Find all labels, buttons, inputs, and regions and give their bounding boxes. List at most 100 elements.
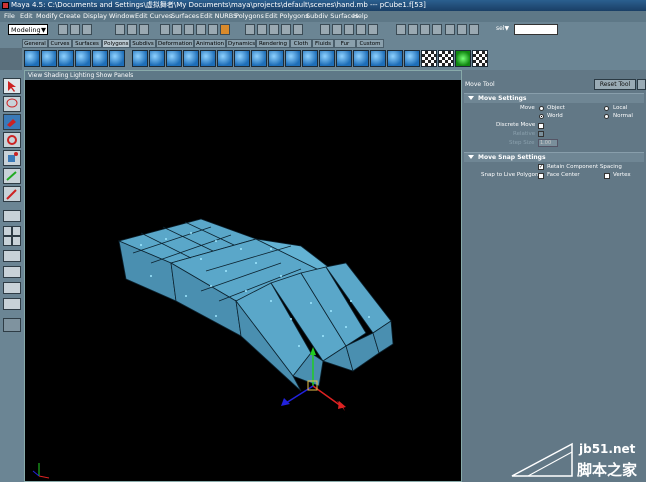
menu-edit-curves[interactable]: Edit Curves xyxy=(135,12,172,20)
menu-edit[interactable]: Edit xyxy=(20,12,33,20)
menu-edit-nurbs[interactable]: Edit NURBS xyxy=(200,12,237,20)
input-output-icon[interactable] xyxy=(396,24,406,35)
shelf-menu-icon[interactable] xyxy=(0,48,22,70)
radio-normal[interactable] xyxy=(604,114,609,119)
history-icon[interactable] xyxy=(320,24,330,35)
layout-four-icon[interactable] xyxy=(12,226,21,236)
reset-tool-button[interactable]: Reset Tool xyxy=(594,79,636,90)
mode-dropdown[interactable]: Modeling ▼ xyxy=(8,24,48,35)
menu-polygons[interactable]: Polygons xyxy=(235,12,264,20)
poly-tool-icon[interactable] xyxy=(319,50,335,67)
tab-custom[interactable]: Custom xyxy=(356,39,384,48)
layout-outliner-icon[interactable] xyxy=(3,250,21,262)
tool-help-button[interactable] xyxy=(637,79,646,90)
select-object-icon[interactable] xyxy=(127,24,137,35)
lasso-tool-icon[interactable] xyxy=(3,96,21,112)
tab-general[interactable]: General xyxy=(22,39,48,48)
history-icon[interactable] xyxy=(356,24,366,35)
snap-curve-icon[interactable] xyxy=(257,24,267,35)
viewport-menu-panels[interactable]: Panels xyxy=(114,71,133,80)
poly-tool-icon[interactable] xyxy=(251,50,267,67)
mask-icon[interactable] xyxy=(220,24,230,35)
tab-subdivs[interactable]: Subdivs xyxy=(130,39,156,48)
poly-tool-icon[interactable] xyxy=(387,50,403,67)
move-snap-settings-section[interactable]: Move Snap Settings xyxy=(464,152,644,162)
mask-icon[interactable] xyxy=(184,24,194,35)
history-icon[interactable] xyxy=(368,24,378,35)
viewport-menu-view[interactable]: View xyxy=(28,71,42,80)
radio-local[interactable] xyxy=(604,106,609,111)
poly-torus-icon[interactable] xyxy=(109,50,125,67)
menu-help[interactable]: Help xyxy=(353,12,368,20)
menu-subdiv-surfaces[interactable]: Subdiv Surfaces xyxy=(306,12,358,20)
poly-cube-icon[interactable] xyxy=(41,50,57,67)
input-output-icon[interactable] xyxy=(432,24,442,35)
open-scene-icon[interactable] xyxy=(70,24,80,35)
layout-single-icon[interactable] xyxy=(3,210,21,222)
checker-icon[interactable] xyxy=(438,50,454,67)
poly-tool-icon[interactable] xyxy=(183,50,199,67)
selection-input[interactable] xyxy=(514,24,558,35)
render-globals-icon[interactable] xyxy=(469,24,479,35)
poly-tool-icon[interactable] xyxy=(166,50,182,67)
poly-tool-icon[interactable] xyxy=(455,50,471,67)
poly-cone-icon[interactable] xyxy=(75,50,91,67)
menu-display[interactable]: Display xyxy=(83,12,107,20)
layout-four-icon[interactable] xyxy=(3,236,12,246)
input-output-icon[interactable] xyxy=(408,24,418,35)
rotate-tool-icon[interactable] xyxy=(3,132,21,148)
snap-view-icon[interactable] xyxy=(281,24,291,35)
menu-file[interactable]: File xyxy=(4,12,15,20)
mask-icon[interactable] xyxy=(160,24,170,35)
tab-curves[interactable]: Curves xyxy=(48,39,72,48)
poly-sphere-icon[interactable] xyxy=(24,50,40,67)
poly-tool-icon[interactable] xyxy=(353,50,369,67)
face-center-checkbox[interactable] xyxy=(538,173,544,179)
move-settings-section[interactable]: Move Settings xyxy=(464,93,644,103)
menu-modify[interactable]: Modify xyxy=(36,12,58,20)
checker-icon[interactable] xyxy=(472,50,488,67)
tab-surfaces[interactable]: Surfaces xyxy=(72,39,102,48)
snap-point-icon[interactable] xyxy=(269,24,279,35)
tab-fluids[interactable]: Fluids xyxy=(312,39,334,48)
save-scene-icon[interactable] xyxy=(82,24,92,35)
make-live-icon[interactable] xyxy=(293,24,303,35)
discrete-move-checkbox[interactable] xyxy=(538,123,544,129)
move-tool-icon[interactable] xyxy=(3,114,21,130)
snap-grid-icon[interactable] xyxy=(245,24,255,35)
tab-fur[interactable]: Fur xyxy=(334,39,356,48)
menu-surfaces[interactable]: Surfaces xyxy=(171,12,199,20)
tab-rendering[interactable]: Rendering xyxy=(256,39,290,48)
menu-window[interactable]: Window xyxy=(109,12,135,20)
tab-deformation[interactable]: Deformation xyxy=(156,39,194,48)
mask-icon[interactable] xyxy=(208,24,218,35)
layout-four-icon[interactable] xyxy=(3,226,12,236)
viewport-menu-lighting[interactable]: Lighting xyxy=(70,71,94,80)
select-tool-icon[interactable] xyxy=(3,78,21,94)
select-component-icon[interactable] xyxy=(139,24,149,35)
menu-create[interactable]: Create xyxy=(59,12,81,20)
poly-tool-icon[interactable] xyxy=(404,50,420,67)
tab-dynamics[interactable]: Dynamics xyxy=(226,39,256,48)
hand-mesh[interactable] xyxy=(25,80,461,480)
poly-tool-icon[interactable] xyxy=(217,50,233,67)
layout-four-icon[interactable] xyxy=(12,236,21,246)
poly-tool-icon[interactable] xyxy=(234,50,250,67)
retain-spacing-checkbox[interactable]: ✓ xyxy=(538,164,544,170)
poly-cylinder-icon[interactable] xyxy=(58,50,74,67)
layout-hypershade-icon[interactable] xyxy=(3,282,21,294)
viewport-menu-show[interactable]: Show xyxy=(96,71,112,80)
input-output-icon[interactable] xyxy=(420,24,430,35)
mask-icon[interactable] xyxy=(172,24,182,35)
poly-tool-icon[interactable] xyxy=(132,50,148,67)
poly-tool-icon[interactable] xyxy=(336,50,352,67)
poly-plane-icon[interactable] xyxy=(92,50,108,67)
render-icon[interactable] xyxy=(445,24,455,35)
tab-cloth[interactable]: Cloth xyxy=(290,39,312,48)
poly-tool-icon[interactable] xyxy=(200,50,216,67)
layout-menu-icon[interactable] xyxy=(3,318,21,332)
poly-tool-icon[interactable] xyxy=(370,50,386,67)
poly-tool-icon[interactable] xyxy=(268,50,284,67)
select-hierarchy-icon[interactable] xyxy=(115,24,125,35)
tab-animation[interactable]: Animation xyxy=(194,39,226,48)
